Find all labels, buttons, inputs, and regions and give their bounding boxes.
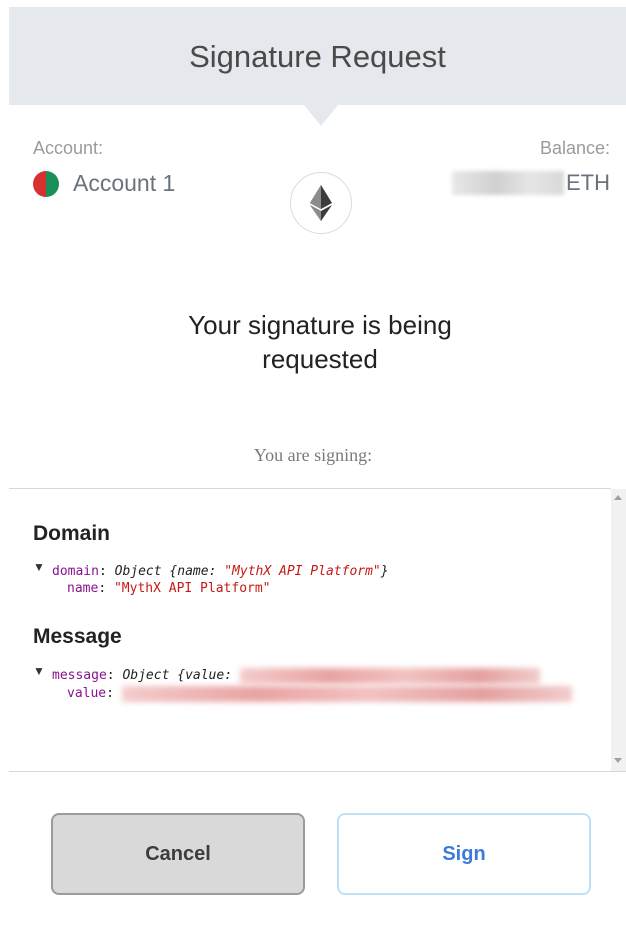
signing-label: You are signing: <box>253 445 373 465</box>
balance-amount-redacted <box>452 171 564 195</box>
message-value-redacted <box>239 667 540 684</box>
expand-triangle-icon[interactable]: ▼ <box>33 664 45 678</box>
account-avatar-icon <box>33 170 59 197</box>
domain-name-key: name <box>67 581 99 596</box>
message-type: Object <box>122 668 170 683</box>
request-title-line1: Your signature is being <box>188 310 452 340</box>
balance-value: ETH <box>452 170 610 196</box>
message-value-redacted <box>121 685 572 702</box>
domain-type: Object <box>114 564 162 579</box>
scrollbar[interactable] <box>611 489 626 771</box>
domain-name-value: "MythX API Platform" <box>113 581 271 596</box>
message-value-key: value <box>67 686 107 701</box>
expand-triangle-icon[interactable]: ▼ <box>33 560 45 574</box>
message-panel[interactable]: Domain ▼ domain: Object {name: "MythX AP… <box>9 489 611 771</box>
account-label: Account: <box>33 138 104 158</box>
account-selector[interactable]: Account 1 <box>33 170 175 197</box>
divider <box>9 771 626 772</box>
page-title: Signature Request <box>189 39 446 74</box>
message-object-line: message: Object {value: <box>52 667 540 684</box>
domain-heading: Domain <box>33 522 111 545</box>
message-key: message <box>52 668 107 683</box>
scroll-down-arrow-icon[interactable] <box>614 758 622 763</box>
domain-object-line: domain: Object {name: "MythX API Platfor… <box>52 564 389 579</box>
request-title: Your signature is being requested <box>120 308 520 376</box>
ethereum-icon <box>290 172 352 234</box>
message-heading: Message <box>33 625 122 648</box>
balance-currency: ETH <box>566 170 610 195</box>
message-value-line: value: <box>67 685 572 702</box>
domain-prop-preview: name <box>177 564 209 579</box>
request-title-line2: requested <box>262 344 378 374</box>
balance-label: Balance: <box>539 138 610 158</box>
cancel-button[interactable]: Cancel <box>51 813 305 895</box>
scroll-up-arrow-icon[interactable] <box>614 495 622 500</box>
message-prop-preview: value <box>185 668 225 683</box>
header-pointer <box>304 105 338 126</box>
domain-name-line: name: "MythX API Platform" <box>67 581 271 596</box>
sign-button[interactable]: Sign <box>337 813 591 895</box>
domain-key: domain <box>52 564 99 579</box>
account-name: Account 1 <box>73 170 176 196</box>
header-bar: Signature Request <box>9 7 626 105</box>
domain-value-preview: "MythX API Platform" <box>224 564 381 579</box>
